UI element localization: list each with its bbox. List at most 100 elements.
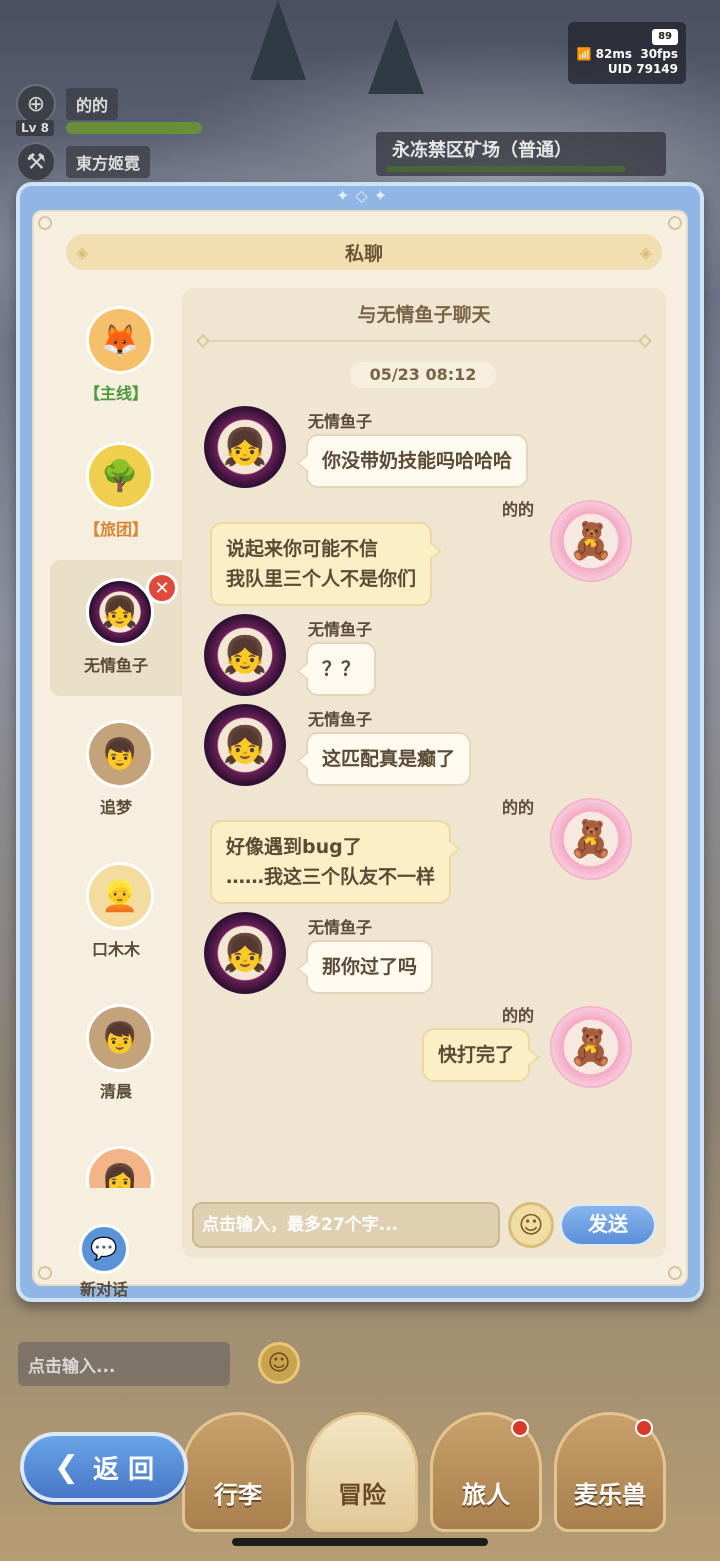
- emoji-icon[interactable]: ☺: [508, 1202, 554, 1248]
- pine-tree: [250, 0, 306, 80]
- nav-label: 行李: [214, 1481, 262, 1509]
- player-slot-1[interactable]: ⊕ 的的: [16, 84, 119, 124]
- diamond-icon: ◈: [639, 243, 652, 262]
- wifi-icon: 📶: [576, 47, 592, 61]
- pine-tree: [368, 18, 424, 94]
- notification-badge: [635, 1419, 653, 1437]
- blonde-avatar-icon: 👱: [86, 862, 154, 930]
- ornament-icon: ✦◇✦: [336, 186, 394, 205]
- dialog-panel: ◈ 私聊 ◈ 🦊 【主线】 🌳 【旅团】 👧 ✕ 无情鱼子 👦 追梦 👱 口木木…: [32, 210, 688, 1299]
- back-arrow-icon: ❮: [53, 1449, 80, 1485]
- partial-avatar-icon: 👩: [86, 1146, 154, 1188]
- ping-value: 82ms: [595, 47, 632, 61]
- contact-label: 追梦: [99, 798, 132, 817]
- contact-label: 【主线】: [83, 384, 148, 403]
- message-line: 好像遇到bug了: [226, 836, 362, 858]
- player-level: Lv 8: [16, 120, 54, 136]
- nav-label: 冒险: [338, 1481, 386, 1509]
- message-line: 说起来你可能不信: [226, 538, 379, 560]
- player-slot-2[interactable]: ⚒ 東方姬霓: [16, 142, 151, 182]
- sender-name: 无情鱼子: [308, 412, 373, 431]
- nav-pet[interactable]: 麦乐兽: [554, 1412, 666, 1532]
- status-panel: 89 📶 82ms 30fps UID 79149: [568, 22, 686, 84]
- message-bubble[interactable]: 好像遇到bug了 ……我这三个队友不一样: [210, 820, 462, 904]
- message-line: 那你过了吗: [322, 956, 418, 978]
- girl-avatar-icon: 👧: [86, 578, 154, 646]
- sender-avatar[interactable]: 👧: [204, 614, 286, 696]
- notification-badge: [511, 1419, 529, 1437]
- home-indicator[interactable]: [232, 1538, 488, 1546]
- player-name: 的的: [66, 88, 119, 120]
- message-line: 我队里三个人不是你们: [226, 568, 417, 590]
- my-avatar[interactable]: 🧸: [550, 500, 632, 582]
- message-bubble[interactable]: 说起来你可能不信 我队里三个人不是你们: [210, 522, 443, 606]
- golden-tree-avatar-icon: 🌳: [86, 442, 154, 510]
- send-button[interactable]: 发送: [560, 1204, 656, 1246]
- world-chat-input[interactable]: 点击输入...: [18, 1342, 230, 1386]
- message-line: ？？: [322, 658, 361, 680]
- crosshair-icon: ⊕: [16, 84, 56, 124]
- message-input[interactable]: 点击输入，最多27个字...: [192, 1202, 500, 1248]
- my-avatar[interactable]: 🧸: [550, 798, 632, 880]
- world-chat-emoji-icon[interactable]: ☺: [258, 1342, 300, 1384]
- contact-guild[interactable]: 🌳 【旅团】: [50, 424, 182, 560]
- contact-zhuimeng[interactable]: 👦 追梦: [50, 702, 182, 838]
- message-line: ……我这三个队友不一样: [226, 866, 436, 888]
- message-bubble[interactable]: 快打完了: [422, 1028, 541, 1082]
- back-button[interactable]: ❮ 返 回: [20, 1432, 188, 1502]
- contact-wuqing-yuzi[interactable]: 👧 ✕ 无情鱼子: [50, 560, 182, 696]
- divider: [195, 333, 653, 349]
- sender-name: 无情鱼子: [308, 918, 373, 937]
- sender-name: 无情鱼子: [308, 620, 373, 639]
- message-line: 快打完了: [438, 1044, 515, 1066]
- message-bubble[interactable]: 那你过了吗: [295, 940, 434, 994]
- message-bubble[interactable]: ？？: [295, 642, 377, 696]
- back-label: 返 回: [93, 1454, 155, 1485]
- contact-label: 口木木: [91, 940, 140, 959]
- sender-name: 无情鱼子: [308, 710, 373, 729]
- nav-luggage[interactable]: 行李: [182, 1412, 294, 1532]
- chat-panel: 与无情鱼子聊天 05/23 08:12 👧 无情鱼子 你没带奶技能吗哈哈哈 的的…: [182, 288, 666, 1258]
- nav-adventure[interactable]: 冒险: [306, 1412, 418, 1532]
- message-line: 你没带奶技能吗哈哈哈: [322, 450, 513, 472]
- message-bubble[interactable]: 这匹配真是癫了: [295, 732, 472, 786]
- dialog-title-bar: ◈ 私聊 ◈: [66, 234, 662, 270]
- fox-boy-avatar-icon: 🦊: [86, 306, 154, 374]
- chat-title: 与无情鱼子聊天: [357, 304, 491, 326]
- contact-qingchen[interactable]: 👦 清晨: [50, 986, 182, 1122]
- close-icon[interactable]: ✕: [146, 572, 178, 604]
- sender-avatar[interactable]: 👧: [204, 406, 286, 488]
- player-hp-bar: [66, 122, 202, 134]
- boy-avatar-icon: 👦: [86, 1004, 154, 1072]
- nav-label: 麦乐兽: [574, 1481, 646, 1509]
- private-chat-dialog: ✦◇✦ ◈ 私聊 ◈ 🦊 【主线】 🌳 【旅团】 👧 ✕ 无情鱼子 👦 追梦 👱…: [16, 182, 704, 1302]
- divider-ornament: [195, 333, 211, 349]
- corner-ornament: [668, 1266, 682, 1280]
- zone-banner: 永冻禁区矿场（普通）: [376, 132, 666, 176]
- my-avatar[interactable]: 🧸: [550, 1006, 632, 1088]
- contact-mainline[interactable]: 🦊 【主线】: [50, 288, 182, 424]
- zone-name: 永冻禁区矿场（普通）: [392, 140, 572, 161]
- contact-list[interactable]: 🦊 【主线】 🌳 【旅团】 👧 ✕ 无情鱼子 👦 追梦 👱 口木木 👦 清晨 👩: [50, 288, 182, 1278]
- uid-value: UID 79149: [607, 62, 678, 76]
- player-name: 東方姬霓: [66, 146, 151, 178]
- diamond-icon: ◈: [76, 243, 89, 262]
- corner-ornament: [668, 216, 682, 230]
- divider-ornament: [637, 333, 653, 349]
- sender-avatar[interactable]: 👧: [204, 704, 286, 786]
- message-line: 这匹配真是癫了: [322, 748, 456, 770]
- message-bubble[interactable]: 你没带奶技能吗哈哈哈: [295, 434, 529, 488]
- contact-label: 清晨: [99, 1082, 132, 1101]
- battery-indicator: 89: [652, 29, 678, 45]
- contact-partial[interactable]: 👩: [50, 1128, 182, 1188]
- nav-traveler[interactable]: 旅人: [430, 1412, 542, 1532]
- sender-name: 的的: [502, 798, 535, 817]
- player-hp-fill: [66, 122, 202, 134]
- contact-label: 无情鱼子: [83, 656, 148, 675]
- new-chat-button[interactable]: 💬 新对话: [74, 1224, 134, 1300]
- contact-koumumu[interactable]: 👱 口木木: [50, 844, 182, 980]
- sender-avatar[interactable]: 👧: [204, 912, 286, 994]
- boy-avatar-icon: 👦: [86, 720, 154, 788]
- fps-value: 30fps: [640, 47, 678, 61]
- corner-ornament: [38, 216, 52, 230]
